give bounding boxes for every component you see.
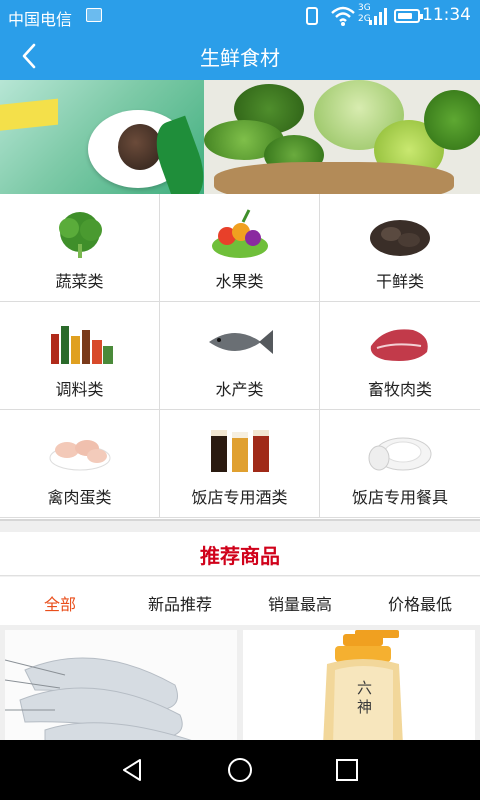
clock-time: 11:34 — [422, 5, 471, 25]
category-label: 蔬菜类 — [55, 272, 104, 291]
category-label: 调料类 — [55, 380, 104, 399]
system-nav-bar — [0, 740, 480, 800]
category-item[interactable]: 水果类 — [160, 194, 320, 302]
carrier-name: 中国电信 — [8, 10, 73, 29]
promo-tag — [0, 98, 58, 132]
category-label: 水果类 — [215, 272, 264, 291]
wifi-icon — [331, 6, 355, 26]
section-divider — [0, 520, 480, 532]
filter-tab-sales[interactable]: 销量最高 — [240, 591, 360, 615]
shrimp-product-image — [5, 630, 237, 745]
back-triangle-icon[interactable] — [120, 757, 146, 783]
dried-mushroom-icon — [370, 220, 430, 256]
filter-tab-all[interactable]: 全部 — [0, 591, 120, 615]
category-label: 畜牧肉类 — [367, 380, 432, 399]
category-item[interactable]: 畜牧肉类 — [320, 302, 480, 410]
product-card[interactable]: 六神 — [243, 630, 475, 745]
green-pepper-image — [424, 90, 480, 150]
status-bar: 中国电信 3G 2G 11:34 — [0, 0, 480, 32]
recommend-section-title: 推荐商品 — [0, 532, 480, 576]
page-title: 生鲜食材 — [200, 46, 280, 70]
fruit-basket-icon — [212, 209, 268, 258]
plates-icon — [368, 437, 432, 471]
category-item[interactable]: 饭店专用餐具 — [320, 410, 480, 518]
banner-slide-promo[interactable] — [0, 80, 204, 194]
category-grid: 蔬菜类 水果类 干鲜类调料类 水产类 畜牧肉类禽肉蛋类 饭店专用酒类 饭店专用餐具 — [0, 194, 480, 520]
category-item[interactable]: 蔬菜类 — [0, 194, 160, 302]
red-meat-icon — [370, 329, 428, 361]
app-screen: 中国电信 3G 2G 11:34 生鲜食材 蔬菜类 水果类 干鲜类 调料类 水产… — [0, 0, 480, 800]
product-brand-text: 六神 — [355, 680, 373, 718]
basket-image — [214, 162, 454, 194]
product-list: 六神 — [0, 625, 480, 745]
sort-filter-bar: 全部 新品推荐 销量最高 价格最低 — [0, 577, 480, 625]
category-item[interactable]: 禽肉蛋类 — [0, 410, 160, 518]
category-label: 干鲜类 — [375, 272, 424, 291]
category-item[interactable]: 饭店专用酒类 — [160, 410, 320, 518]
category-label: 饭店专用酒类 — [191, 488, 288, 507]
category-item[interactable]: 调料类 — [0, 302, 160, 410]
filter-tab-new[interactable]: 新品推荐 — [120, 591, 240, 615]
banner-slide-vegetables[interactable] — [204, 80, 480, 194]
condiment-bottles-icon — [51, 326, 113, 364]
chicken-legs-icon — [49, 440, 111, 471]
category-label: 水产类 — [215, 380, 264, 399]
category-item[interactable]: 干鲜类 — [320, 194, 480, 302]
fish-icon — [209, 330, 273, 354]
plate-food — [118, 124, 162, 170]
battery-icon — [394, 9, 423, 23]
category-label: 禽肉蛋类 — [47, 488, 112, 507]
beer-glasses-icon — [211, 430, 269, 472]
battery-level-fill — [398, 13, 412, 19]
vibrate-icon — [306, 7, 318, 25]
home-circle-icon[interactable] — [227, 757, 253, 783]
recent-apps-square-icon[interactable] — [334, 757, 360, 783]
category-item[interactable]: 水产类 — [160, 302, 320, 410]
sim-card-icon — [86, 8, 102, 22]
leafy-vegetable-icon — [59, 212, 102, 258]
filter-tab-price[interactable]: 价格最低 — [360, 591, 480, 615]
category-label: 饭店专用餐具 — [351, 488, 448, 507]
banner-carousel[interactable] — [0, 80, 480, 194]
signal-strength-icon — [369, 8, 387, 25]
app-header: 生鲜食材 — [0, 32, 480, 80]
product-card[interactable] — [5, 630, 237, 745]
